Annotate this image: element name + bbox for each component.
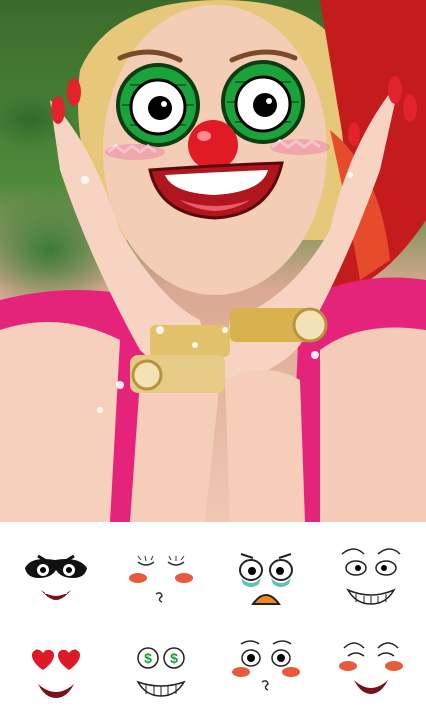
bandit-mask-face-icon [25,554,87,600]
svg-text:$: $ [170,650,178,666]
crying-face-icon [239,553,293,605]
sticker-picker: $ $ [0,522,426,713]
camera-preview [0,0,426,522]
sticker-blushing-kiss[interactable] [108,532,214,620]
blushing-kiss-face-icon [129,555,193,603]
sticker-money-eyes[interactable]: $ $ [108,622,214,710]
svg-text:$: $ [144,650,152,666]
grinning-face-icon [341,548,401,605]
sticker-heart-eyes[interactable] [3,622,109,710]
sticker-smiling-blush[interactable] [318,622,424,710]
sticker-grinning[interactable] [318,532,424,620]
smiling-blush-face-icon [339,642,403,694]
whistling-face-icon [232,640,300,691]
heart-eyes-face-icon [31,649,81,698]
sticker-bandit-mask[interactable] [3,532,109,620]
sticker-crying[interactable] [213,532,319,620]
photo-canvas [0,0,426,522]
sticker-whistling[interactable] [213,622,319,710]
money-eyes-face-icon: $ $ [136,647,186,697]
